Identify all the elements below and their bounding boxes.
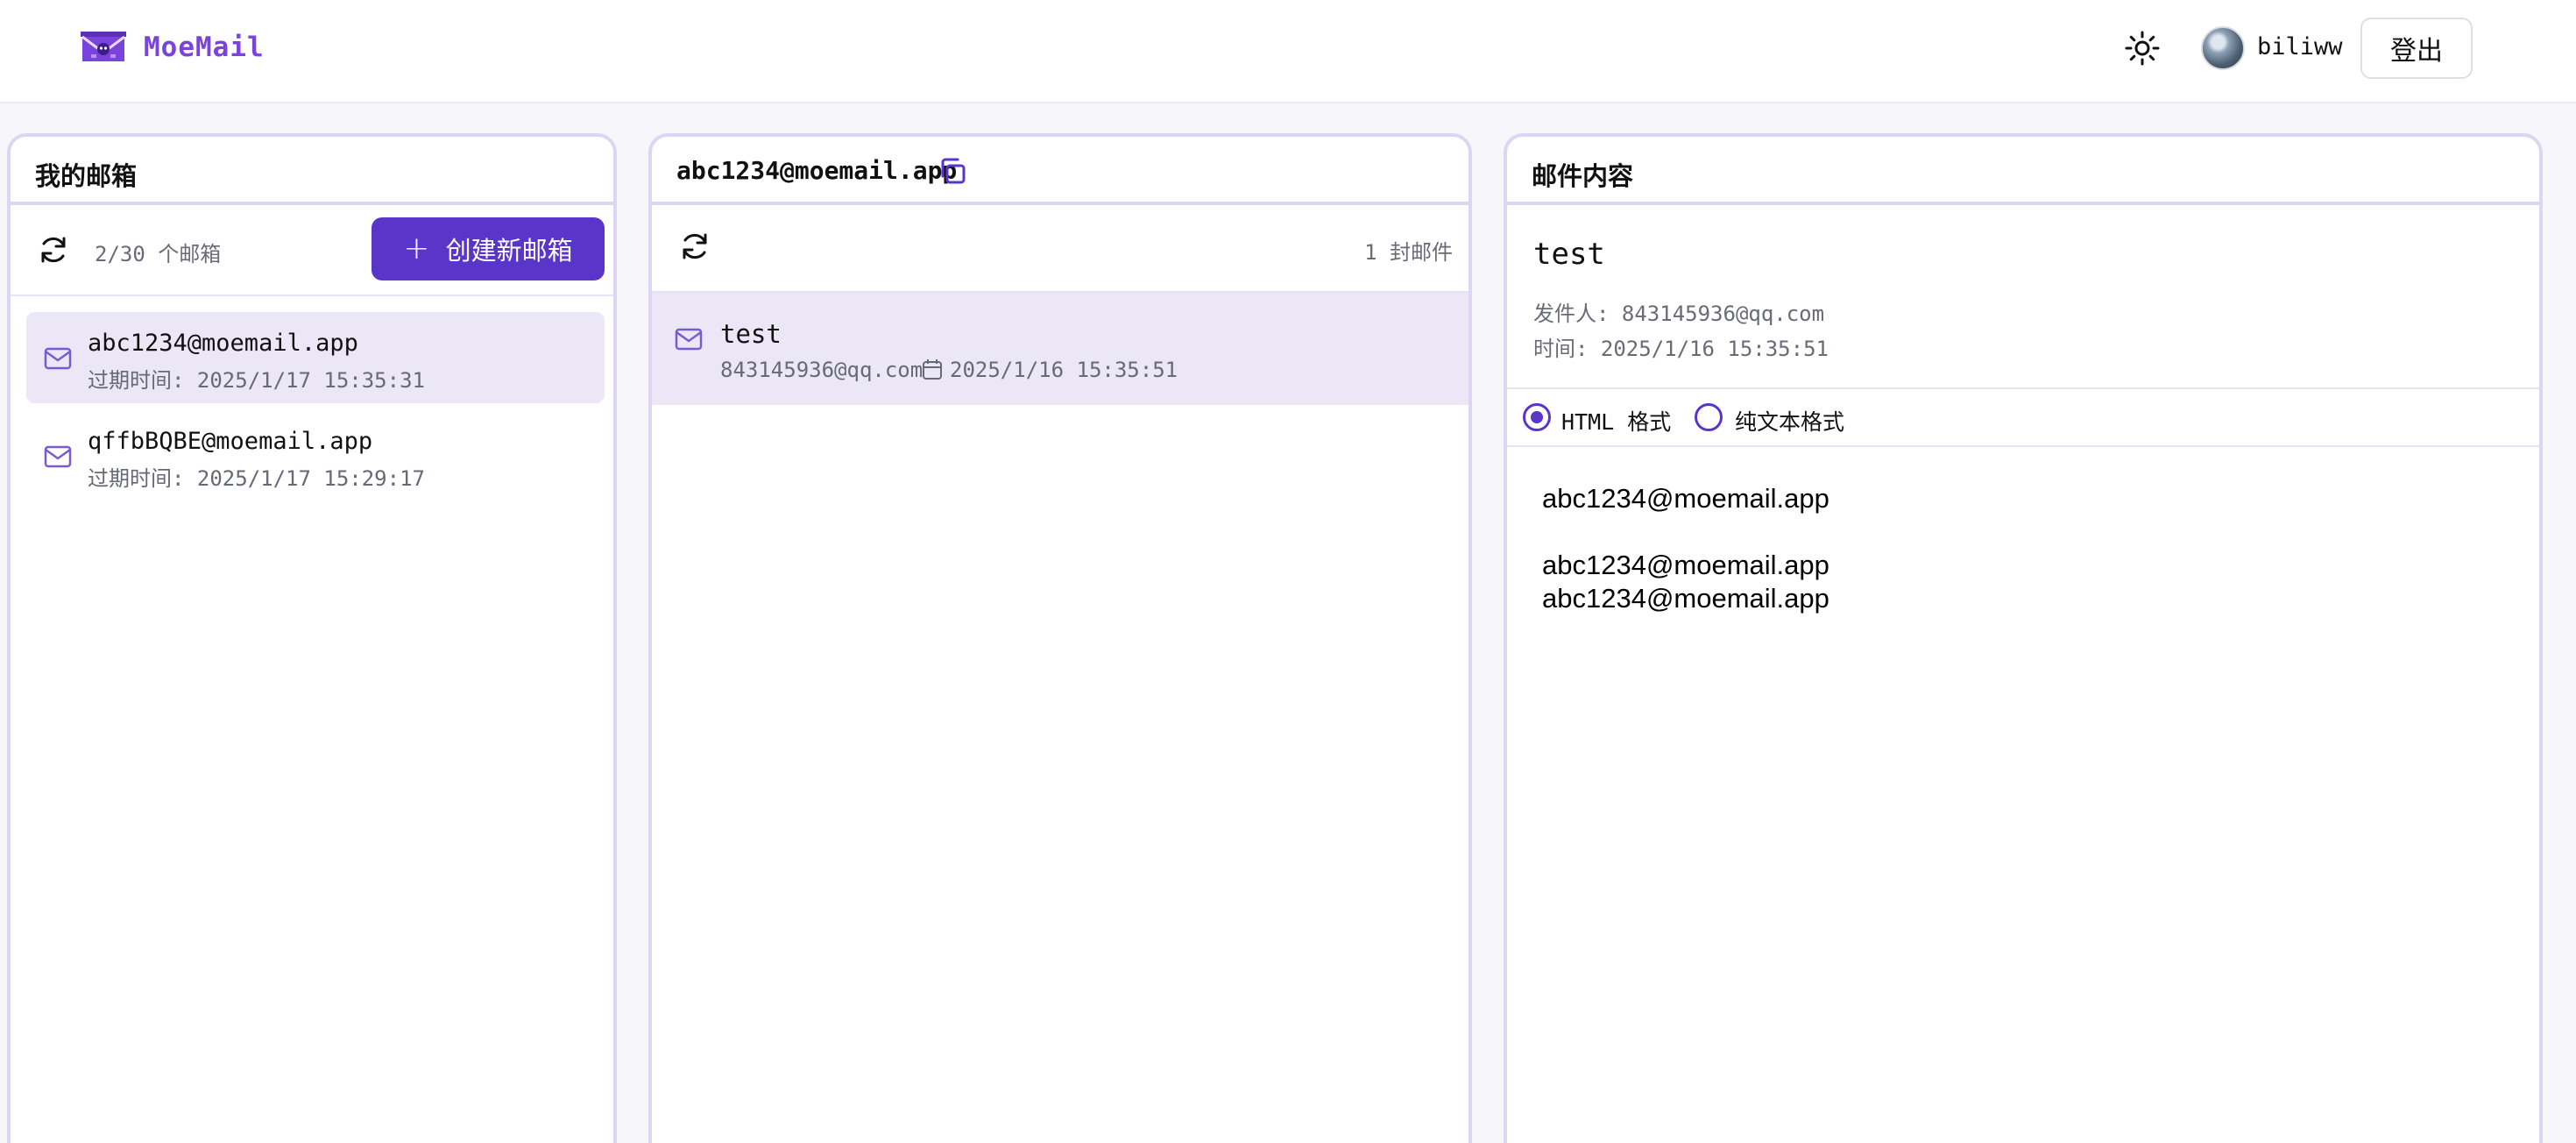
copy-icon[interactable]	[938, 156, 967, 186]
email-meta: test 发件人: 843145936@qq.com 时间: 2025/1/16…	[1507, 205, 2539, 389]
email-body-line: abc1234@moemail.app	[1542, 550, 1829, 580]
message-item[interactable]: test 843145936@qq.com 2025/1/16 15:35:51	[652, 293, 1468, 405]
messages-panel-header: abc1234@moemail.app	[652, 137, 1468, 205]
avatar[interactable]	[2201, 26, 2245, 70]
message-sender: 843145936@qq.com	[720, 358, 924, 382]
sun-icon[interactable]	[2124, 30, 2161, 67]
mailboxes-panel-title: 我的邮箱	[35, 161, 138, 191]
email-sender: 发件人: 843145936@qq.com	[1533, 302, 1825, 326]
mailbox-expiry: 过期时间: 2025/1/17 15:29:17	[88, 466, 425, 491]
mail-icon	[44, 445, 72, 468]
messages-toolbar: 1 封邮件	[652, 205, 1468, 293]
mailbox-item[interactable]: qffbBQBE@moemail.app 过期时间: 2025/1/17 15:…	[26, 410, 605, 501]
mail-icon	[675, 328, 703, 351]
mail-icon	[44, 347, 72, 370]
message-time: 2025/1/16 15:35:51	[950, 358, 1178, 382]
refresh-icon[interactable]	[37, 233, 70, 266]
email-subject: test	[1533, 237, 1605, 272]
mailbox-address: qffbBQBE@moemail.app	[88, 428, 373, 455]
app-header: MoeMail biliww 登出	[0, 0, 2576, 103]
logout-button[interactable]: 登出	[2360, 18, 2473, 79]
mailbox-expiry: 过期时间: 2025/1/17 15:35:31	[88, 368, 425, 393]
plus-icon: +	[403, 231, 430, 266]
format-toggle: HTML 格式 纯文本格式	[1507, 389, 2539, 447]
text-format-radio[interactable]	[1695, 403, 1723, 431]
html-format-radio[interactable]	[1523, 403, 1551, 431]
mailbox-address: abc1234@moemail.app	[88, 330, 358, 357]
messages-panel: abc1234@moemail.app 1 封邮件 test 843145936…	[648, 133, 1472, 1143]
username: biliww	[2257, 33, 2343, 60]
email-body-line: abc1234@moemail.app	[1542, 583, 1829, 614]
refresh-icon[interactable]	[678, 230, 711, 263]
brand-name[interactable]: MoeMail	[144, 32, 265, 63]
text-format-label[interactable]: 纯文本格式	[1735, 405, 1844, 437]
current-mailbox-address: abc1234@moemail.app	[676, 156, 958, 185]
envelope-logo-icon[interactable]	[81, 30, 126, 65]
create-mailbox-button[interactable]: + 创建新邮箱	[372, 217, 605, 280]
mailboxes-panel: 我的邮箱 2/30 个邮箱 + 创建新邮箱 abc1234@moemail.ap…	[7, 133, 617, 1143]
content-panel-header: 邮件内容	[1507, 137, 2539, 205]
content-panel: 邮件内容 test 发件人: 843145936@qq.com 时间: 2025…	[1504, 133, 2543, 1143]
email-time: 时间: 2025/1/16 15:35:51	[1533, 337, 1829, 361]
email-body: abc1234@moemail.app abc1234@moemail.app …	[1542, 482, 1829, 615]
create-mailbox-label: 创建新邮箱	[445, 236, 573, 266]
message-count: 1 封邮件	[1364, 240, 1453, 265]
calendar-icon	[923, 359, 942, 380]
mailbox-count: 2/30 个邮箱	[95, 242, 222, 266]
message-subject: test	[720, 319, 782, 349]
content-panel-title: 邮件内容	[1532, 161, 1634, 191]
mailbox-item[interactable]: abc1234@moemail.app 过期时间: 2025/1/17 15:3…	[26, 312, 605, 403]
html-format-label[interactable]: HTML 格式	[1561, 405, 1671, 437]
email-body-line: abc1234@moemail.app	[1542, 483, 1829, 514]
email-body-line	[1542, 515, 1829, 549]
mailboxes-panel-header: 我的邮箱	[11, 137, 613, 205]
